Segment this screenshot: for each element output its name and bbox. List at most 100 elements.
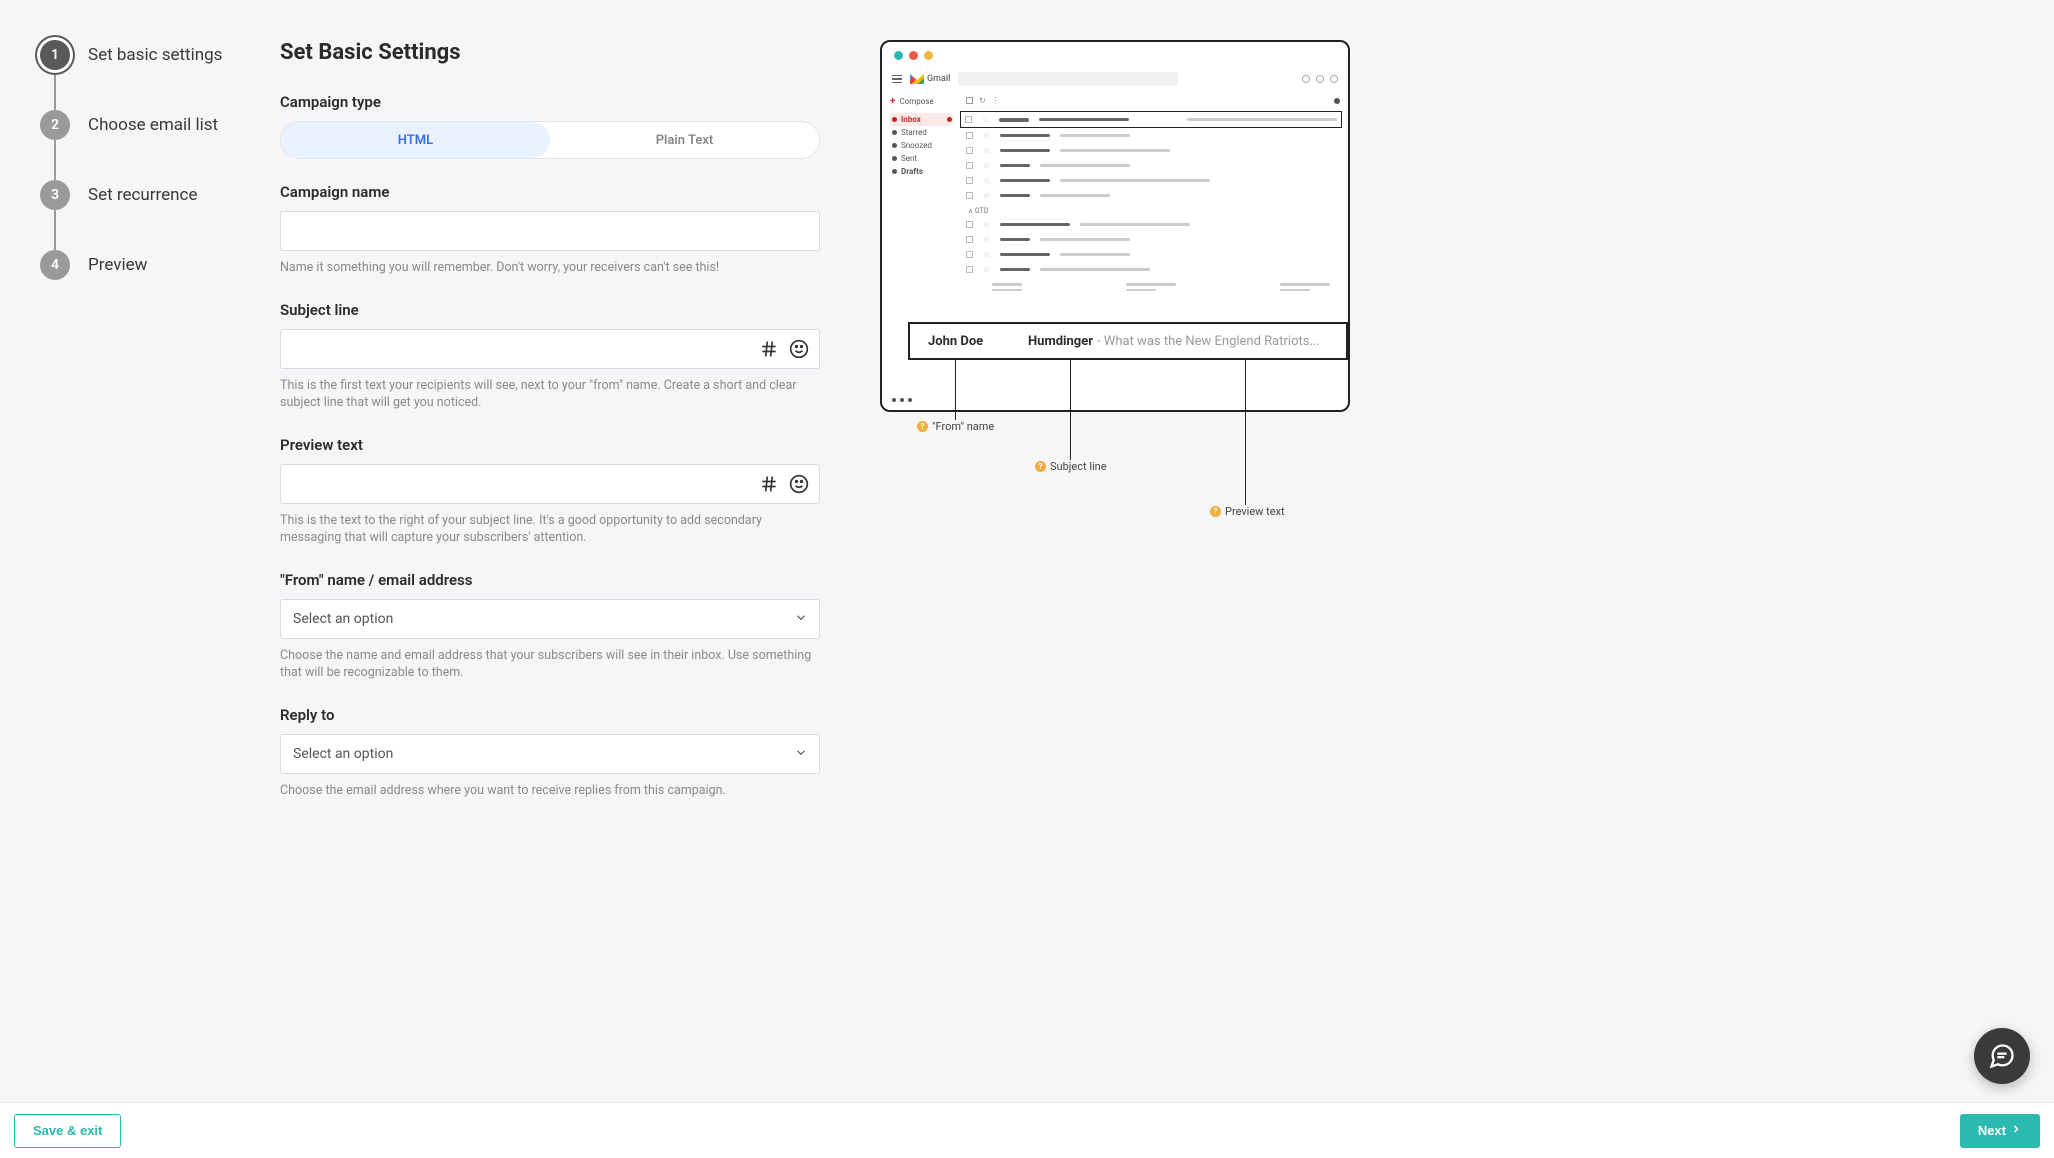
subject-line-label: Subject line	[280, 301, 820, 319]
stepper: 1 Set basic settings 2 Choose email list…	[40, 40, 280, 1062]
next-button[interactable]: Next	[1960, 1114, 2040, 1148]
step-4-number: 4	[40, 250, 70, 280]
step-2-number: 2	[40, 110, 70, 140]
preview-text-help: This is the text to the right of your su…	[280, 512, 820, 547]
connector-line	[1070, 360, 1071, 460]
chat-fab[interactable]	[1974, 1028, 2030, 1084]
gmail-m-icon	[910, 74, 924, 84]
connector-line	[955, 360, 956, 420]
checkbox-icon	[966, 97, 973, 104]
connector-line	[1245, 360, 1246, 505]
step-1-number: 1	[40, 40, 70, 70]
field-reply-to: Reply to Select an option Choose the ema…	[280, 706, 820, 800]
campaign-name-input[interactable]	[280, 211, 820, 251]
traffic-dot-icon	[909, 51, 918, 60]
mail-row: ☆	[962, 173, 1340, 188]
traffic-dot-icon	[924, 51, 933, 60]
footer-bar: Save & exit Next	[0, 1102, 2054, 1158]
gmail-window-footer	[882, 390, 1348, 410]
step-4[interactable]: 4 Preview	[40, 250, 280, 280]
sidebar-starred: Starred	[890, 126, 954, 139]
callout-from: ?"From" name	[917, 420, 994, 433]
field-preview-text: Preview text This is the text to the rig…	[280, 436, 820, 547]
field-campaign-type: Campaign type HTML Plain Text	[280, 93, 820, 159]
emoji-icon[interactable]	[788, 473, 810, 495]
mail-row: ☆	[962, 217, 1340, 232]
gmail-logo: Gmail	[910, 74, 950, 84]
gmail-header: Gmail	[882, 68, 1348, 90]
save-exit-button[interactable]: Save & exit	[14, 1114, 121, 1148]
step-4-label: Preview	[88, 255, 147, 275]
info-badge-icon: ?	[1210, 506, 1221, 517]
callout-subject: ?Subject line	[1035, 460, 1107, 473]
subject-line-help: This is the first text your recipients w…	[280, 377, 820, 412]
gtd-label: ∧ GTD	[962, 203, 1340, 217]
step-1-label: Set basic settings	[88, 45, 222, 65]
compose-button: +Compose	[890, 96, 954, 107]
step-1[interactable]: 1 Set basic settings	[40, 40, 280, 110]
page-title: Set Basic Settings	[280, 40, 820, 65]
callout-preview: ?Preview text	[1210, 505, 1285, 518]
info-badge-icon: ?	[917, 421, 928, 432]
refresh-icon: ↻	[979, 96, 986, 105]
reply-to-label: Reply to	[280, 706, 820, 724]
field-subject-line: Subject line This is the first text your…	[280, 301, 820, 412]
mail-row: ☆	[962, 128, 1340, 143]
chat-icon	[1988, 1042, 2016, 1070]
window-traffic-lights	[882, 42, 1348, 68]
gmail-header-actions	[1302, 75, 1338, 83]
reply-to-help: Choose the email address where you want …	[280, 782, 820, 800]
campaign-name-label: Campaign name	[280, 183, 820, 201]
emoji-icon[interactable]	[788, 338, 810, 360]
from-select[interactable]: Select an option	[280, 599, 820, 639]
hash-icon[interactable]	[758, 338, 780, 360]
gmail-footer-placeholder	[962, 277, 1340, 295]
chevron-right-icon	[2010, 1123, 2022, 1138]
hash-icon[interactable]	[758, 473, 780, 495]
from-help: Choose the name and email address that y…	[280, 647, 820, 682]
step-2-label: Choose email list	[88, 115, 218, 135]
field-from: "From" name / email address Select an op…	[280, 571, 820, 682]
reply-to-select[interactable]: Select an option	[280, 734, 820, 774]
gmail-search-placeholder	[958, 72, 1178, 86]
mail-row: ☆	[962, 143, 1340, 158]
form-area: Set Basic Settings Campaign type HTML Pl…	[280, 40, 820, 1062]
preview-text-label: Preview text	[280, 436, 820, 454]
campaign-type-label: Campaign type	[280, 93, 820, 111]
preview-illustration: Gmail +Compose Inbox Starred Snoozed Sen…	[820, 40, 2024, 1062]
sidebar-sent: Sent	[890, 152, 954, 165]
info-badge-icon: ?	[1035, 461, 1046, 472]
traffic-dot-icon	[894, 51, 903, 60]
mail-row: ☆	[962, 158, 1340, 173]
step-3-number: 3	[40, 180, 70, 210]
mail-row: ☆	[960, 111, 1342, 128]
preview-text-input[interactable]	[280, 464, 820, 504]
sidebar-inbox: Inbox	[890, 113, 954, 126]
mail-row: ☆	[962, 232, 1340, 247]
popout-subject: Humdinger	[1028, 334, 1093, 349]
mail-row: ☆	[962, 188, 1340, 203]
plus-icon: +	[890, 96, 895, 107]
field-campaign-name: Campaign name Name it something you will…	[280, 183, 820, 277]
popout-from: John Doe	[928, 334, 1028, 349]
gmail-list-toolbar: ↻⋮	[962, 94, 1340, 111]
campaign-type-plain[interactable]: Plain Text	[550, 122, 819, 158]
gmail-brand: Gmail	[927, 74, 950, 84]
sidebar-snoozed: Snoozed	[890, 139, 954, 152]
step-3[interactable]: 3 Set recurrence	[40, 180, 280, 250]
sidebar-drafts: Drafts	[890, 165, 954, 178]
mail-row: ☆	[962, 262, 1340, 277]
campaign-type-html[interactable]: HTML	[281, 122, 550, 158]
email-popout: John Doe Humdinger - What was the New En…	[908, 322, 1348, 360]
subject-line-input[interactable]	[280, 329, 820, 369]
campaign-name-help: Name it something you will remember. Don…	[280, 259, 820, 277]
from-label: "From" name / email address	[280, 571, 820, 589]
campaign-type-toggle: HTML Plain Text	[280, 121, 820, 159]
step-3-label: Set recurrence	[88, 185, 197, 205]
step-2[interactable]: 2 Choose email list	[40, 110, 280, 180]
next-button-label: Next	[1978, 1123, 2006, 1138]
more-icon: ⋮	[992, 96, 1000, 105]
popout-preview: - What was the New Englend Ratriots...	[1097, 334, 1320, 349]
mail-row: ☆	[962, 247, 1340, 262]
hamburger-icon	[892, 75, 902, 84]
